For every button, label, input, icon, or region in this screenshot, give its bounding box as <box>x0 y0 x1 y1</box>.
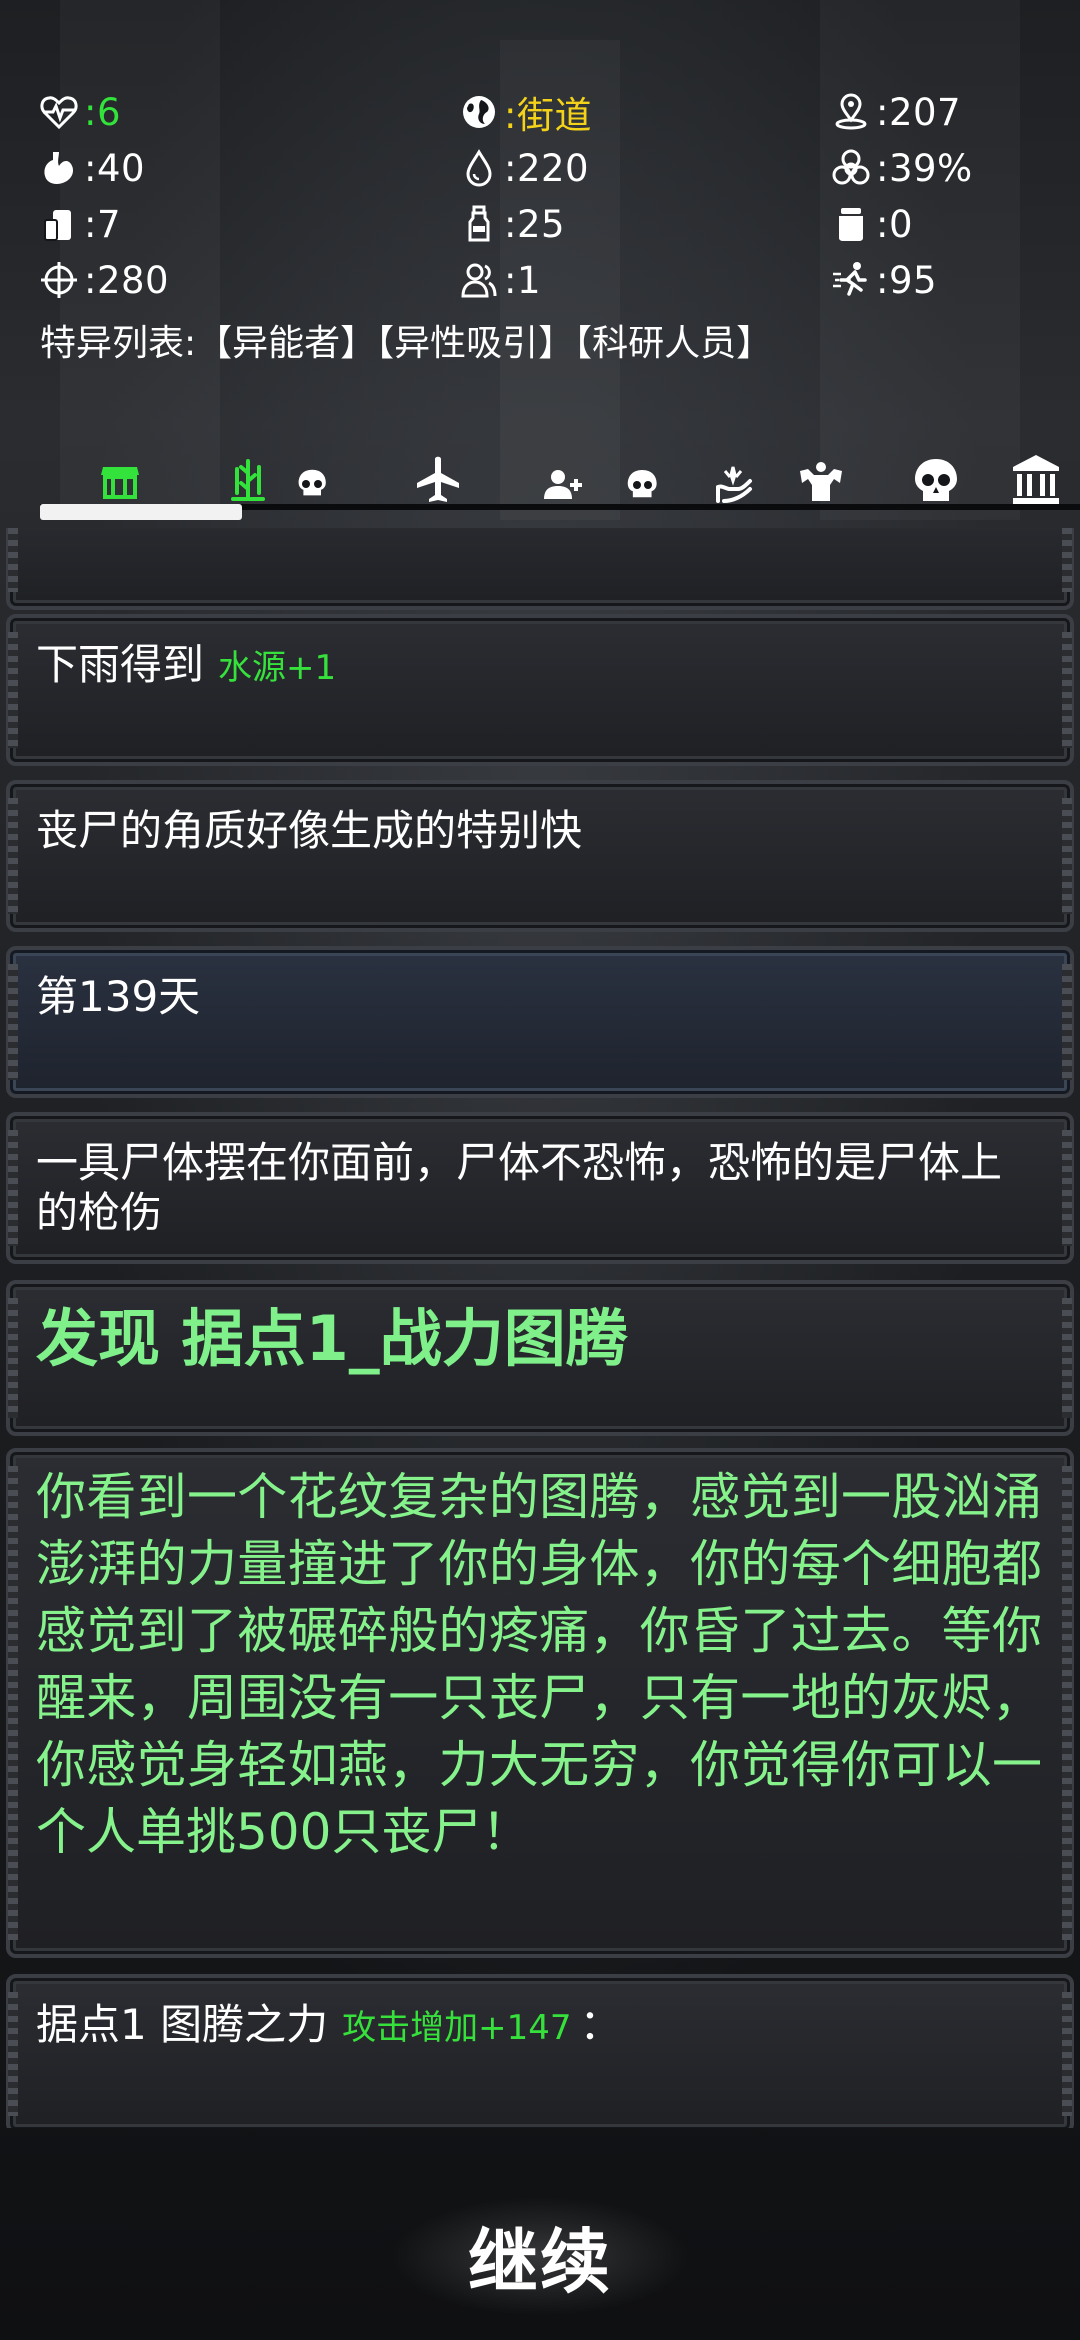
event-log[interactable]: 下雨得到 水源+1 丧尸的角质好像生成的特别快 第139天 一具尸体摆在你面前，尸… <box>0 528 1080 2128</box>
tab-active-indicator <box>40 504 242 520</box>
log-entry-discover: 发现 据点1_战力图腾 <box>6 1280 1074 1436</box>
bank-icon <box>1009 453 1063 511</box>
tab-strength[interactable] <box>791 452 851 512</box>
running-man-icon <box>828 257 874 303</box>
people-icon <box>456 257 502 303</box>
tab-horde[interactable] <box>612 452 672 512</box>
stat-bottle: :25 <box>456 196 565 252</box>
stats-panel: :6 :街道 :207 :40:220:39%:7:25:0:280… <box>36 84 1056 308</box>
stat-water: :220 <box>456 140 589 196</box>
shop-icon <box>93 453 147 511</box>
tab-zombie[interactable] <box>282 452 342 512</box>
stat-distance: :207 <box>828 84 961 140</box>
plant-icon <box>221 453 275 511</box>
stat-infection: :39% <box>828 140 973 196</box>
bottle-icon <box>456 201 502 247</box>
biohazard-icon <box>828 145 874 191</box>
water-drop-icon <box>456 145 502 191</box>
tab-travel[interactable] <box>408 452 468 512</box>
tab-plant[interactable] <box>218 452 278 512</box>
stat-speed: :95 <box>828 252 937 308</box>
stat-people: :1 <box>456 252 541 308</box>
log-entry-rain: 下雨得到 水源+1 <box>6 614 1074 766</box>
log-entry-totem-story: 你看到一个花纹复杂的图腾，感觉到一股汹涌澎湃的力量撞进了你的身体，你的每个细胞都… <box>6 1448 1074 1958</box>
trait-list: 特异列表:【异能者】【异性吸引】【科研人员】 <box>40 323 773 364</box>
skull-icon <box>909 453 963 511</box>
jar-icon <box>828 201 874 247</box>
log-entry-zombie-horns: 丧尸的角质好像生成的特别快 <box>6 780 1074 932</box>
tab-boss[interactable] <box>906 452 966 512</box>
add-user-icon <box>536 453 590 511</box>
tab-shop[interactable] <box>90 452 150 512</box>
log-entry-day: 第139天 <box>6 946 1074 1098</box>
crosshair-icon <box>36 257 82 303</box>
heart-pulse-icon <box>36 89 82 135</box>
stat-health: :6 <box>36 84 121 140</box>
tab-bank[interactable] <box>1006 452 1066 512</box>
log-entry-totem-power: 据点1 图腾之力 攻击增加+147： <box>6 1974 1074 2128</box>
tab-recruit[interactable] <box>533 452 593 512</box>
stat-jar: :0 <box>828 196 913 252</box>
tab-skills[interactable] <box>703 452 763 512</box>
muscle-icon <box>794 453 848 511</box>
stat-hunger: :40 <box>36 140 145 196</box>
log-entry-partial <box>6 528 1074 610</box>
globe-icon <box>456 89 502 135</box>
map-pin-icon <box>828 89 874 135</box>
skull-icon <box>285 453 339 511</box>
hand-sparkle-icon <box>706 453 760 511</box>
airplane-icon <box>411 453 465 511</box>
stomach-icon <box>36 145 82 191</box>
stat-location: :街道 <box>456 84 592 140</box>
stat-attack: :280 <box>36 252 169 308</box>
game-screen: :6 :街道 :207 :40:220:39%:7:25:0:280… <box>0 0 1080 2340</box>
skull-icon <box>615 453 669 511</box>
stat-food: :7 <box>36 196 121 252</box>
log-entry-corpse: 一具尸体摆在你面前，尸体不恐怖，恐怖的是尸体上的枪伤 <box>6 1112 1074 1264</box>
food-can-icon <box>36 201 82 247</box>
continue-button[interactable]: 继续 <box>390 2196 690 2316</box>
